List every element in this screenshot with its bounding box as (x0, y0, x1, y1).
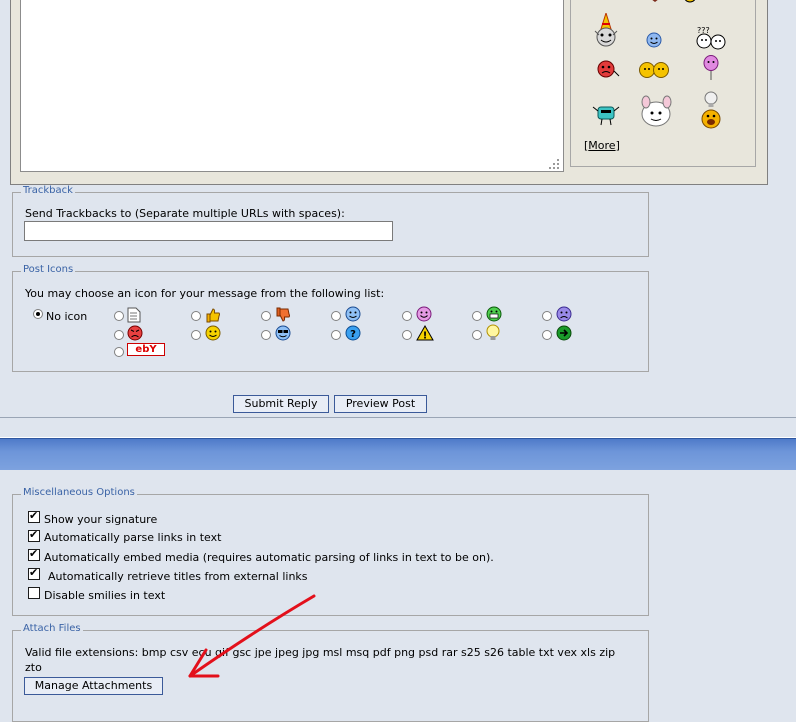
angry-icon (127, 325, 143, 341)
more-smilies-link[interactable]: [More] (584, 139, 620, 152)
purple-balloon-smilie-icon[interactable] (702, 55, 720, 81)
post-icon-radio[interactable] (472, 311, 482, 321)
two-faces-smilie-icon[interactable] (637, 61, 671, 79)
post-icon-radio[interactable] (114, 347, 124, 357)
post-icon-radio[interactable] (114, 311, 124, 321)
misc-options-legend: Miscellaneous Options (21, 487, 137, 498)
embed-media-checkbox[interactable] (28, 547, 40, 561)
trackback-legend: Trackback (21, 185, 75, 196)
post-icon-radio[interactable] (472, 330, 482, 340)
post-icon-radio[interactable] (261, 330, 271, 340)
cut-off-smilie-icon[interactable] (682, 0, 698, 4)
big-grin-icon (486, 306, 502, 322)
cut-off-smilie-icon[interactable] (645, 0, 665, 4)
question-icon: ? (345, 325, 361, 341)
valid-extensions-text: Valid file extensions: bmp csv ecu gif g… (25, 646, 616, 674)
embed-media-label: Automatically embed media (requires auto… (44, 551, 494, 564)
post-icon-radio[interactable] (402, 330, 412, 340)
section-header-band (0, 438, 796, 470)
attach-files-legend: Attach Files (21, 623, 83, 634)
no-icon-radio[interactable] (33, 309, 43, 319)
post-icon-radio[interactable] (114, 330, 124, 340)
post-icon-radio[interactable] (542, 330, 552, 340)
trackback-input[interactable] (24, 221, 393, 241)
svg-text:!: ! (423, 331, 428, 342)
ebay-text: ebY (135, 344, 157, 355)
confused-question-smilie-icon[interactable]: ??? (694, 26, 728, 50)
warning-icon: ! (416, 325, 434, 341)
angry-red-smilie-icon[interactable] (594, 58, 620, 80)
message-textarea[interactable] (20, 0, 564, 172)
manage-attachments-button[interactable]: Manage Attachments (24, 677, 163, 695)
post-icons-legend: Post Icons (21, 264, 76, 275)
submit-reply-button[interactable]: Submit Reply (233, 395, 329, 413)
annotation-arrow-icon (188, 594, 316, 678)
more-smilies-label[interactable]: More (588, 139, 615, 152)
lightbulb-icon (486, 324, 500, 340)
post-icon-radio[interactable] (331, 330, 341, 340)
parse-links-checkbox[interactable] (28, 528, 40, 542)
show-signature-label: Show your signature (44, 513, 158, 526)
show-signature-checkbox[interactable] (28, 509, 40, 523)
lightbulb-idea-smilie-icon[interactable] (700, 90, 722, 130)
blue-happy-smilie-icon[interactable] (646, 32, 662, 48)
post-icon-radio[interactable] (261, 311, 271, 321)
section-divider (0, 417, 796, 418)
white-creature-smilie-icon[interactable] (638, 95, 674, 129)
cool-icon (275, 325, 291, 341)
arrow-right-icon (556, 325, 572, 341)
no-icon-label: No icon (46, 310, 88, 323)
thumbs-up-icon (206, 308, 220, 323)
svg-text:?: ? (350, 329, 356, 340)
post-icon-radio[interactable] (542, 311, 552, 321)
retrieve-titles-checkbox[interactable] (28, 566, 40, 580)
preview-post-button[interactable]: Preview Post (334, 395, 427, 413)
post-icon-radio[interactable] (191, 311, 201, 321)
post-icon-radio[interactable] (331, 311, 341, 321)
ebay-icon: ebY (127, 343, 165, 356)
party-hat-smilie-icon[interactable] (592, 13, 620, 47)
resize-grip-icon[interactable] (548, 158, 560, 170)
parse-links-label: Automatically parse links in text (44, 531, 222, 544)
happy-icon (205, 325, 221, 341)
thumbs-down-icon (276, 307, 290, 322)
post-icons-intro: You may choose an icon for your message … (25, 287, 385, 300)
disable-smilies-label: Disable smilies in text (44, 589, 166, 602)
post-icon-radio[interactable] (402, 311, 412, 321)
retrieve-titles-label: Automatically retrieve titles from exter… (48, 570, 308, 583)
disable-smilies-checkbox[interactable] (28, 587, 40, 599)
frown-icon (556, 306, 572, 322)
smile-icon (345, 306, 361, 322)
trackback-label: Send Trackbacks to (Separate multiple UR… (25, 207, 345, 220)
cyan-robot-smilie-icon[interactable] (592, 103, 620, 127)
document-icon (127, 307, 141, 323)
attach-files-fieldset (12, 630, 649, 722)
grin-icon (416, 306, 432, 322)
post-icon-radio[interactable] (191, 330, 201, 340)
